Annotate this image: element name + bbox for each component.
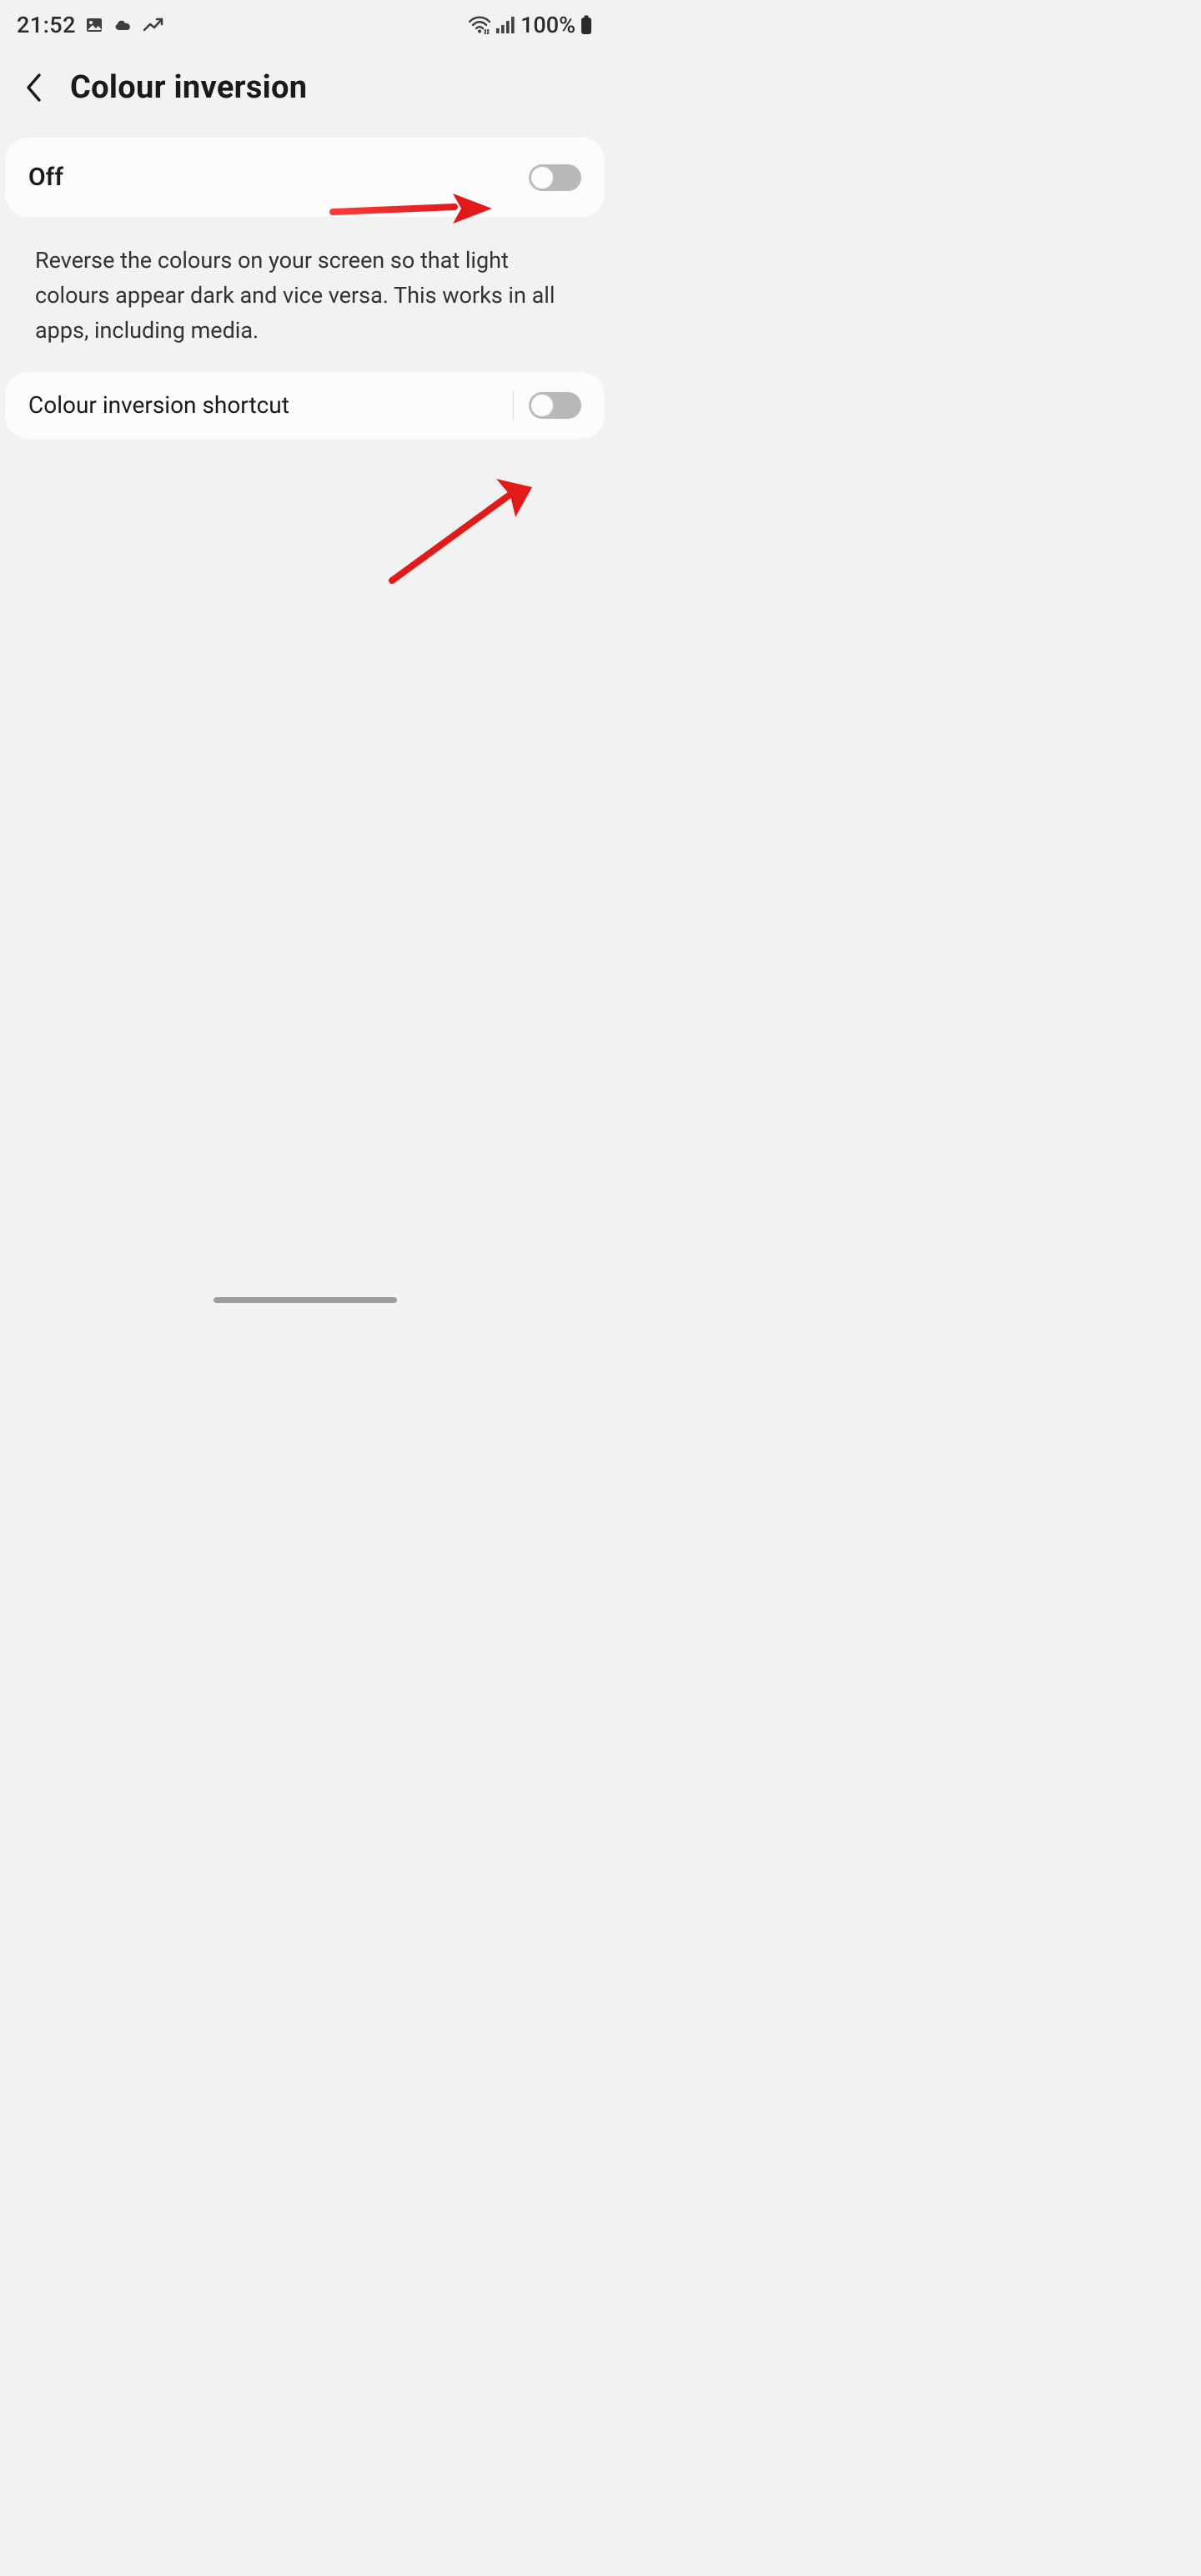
- toggle-knob: [530, 166, 554, 189]
- page-header: Colour inversion: [0, 46, 610, 138]
- gesture-pill: [214, 1297, 397, 1303]
- description-text: Reverse the colours on your screen so th…: [0, 232, 610, 364]
- battery-icon: [580, 15, 593, 35]
- shortcut-label: Colour inversion shortcut: [28, 391, 506, 419]
- image-icon: [84, 15, 104, 35]
- page-title: Colour inversion: [70, 69, 307, 106]
- wifi-icon: [469, 16, 490, 34]
- annotation-arrow-2: [384, 470, 542, 587]
- status-bar: 21:52 100%: [0, 0, 610, 46]
- back-button[interactable]: [23, 72, 45, 103]
- shortcut-row[interactable]: Colour inversion shortcut: [5, 372, 605, 439]
- cloud-icon: [113, 17, 134, 33]
- divider: [513, 390, 514, 420]
- main-toggle-label: Off: [28, 163, 63, 192]
- toggle-knob: [530, 394, 554, 417]
- shortcut-toggle-switch[interactable]: [529, 392, 581, 419]
- gesture-bar: [0, 1297, 610, 1303]
- main-toggle-card: Off: [5, 138, 605, 217]
- screen: 21:52 100% Co: [0, 0, 610, 1308]
- signal-icon: [495, 16, 515, 34]
- battery-percent: 100%: [520, 12, 575, 38]
- status-left: 21:52: [17, 12, 164, 38]
- trend-icon: [143, 17, 164, 33]
- status-time: 21:52: [17, 12, 76, 38]
- status-right: 100%: [469, 12, 593, 38]
- main-toggle-switch[interactable]: [529, 164, 581, 191]
- chevron-left-icon: [23, 72, 45, 103]
